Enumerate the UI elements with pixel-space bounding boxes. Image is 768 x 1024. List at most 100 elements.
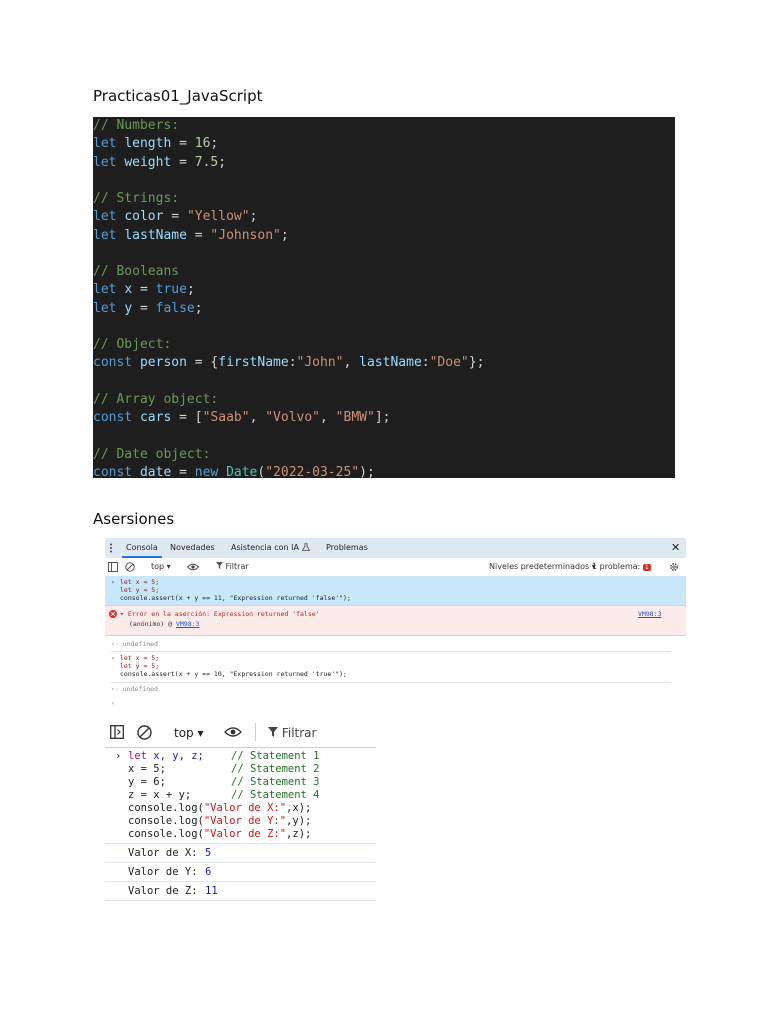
code-comment-1: // Statement 1 bbox=[231, 750, 320, 762]
prompt-chevron-icon: › bbox=[115, 750, 122, 762]
code-line-1: let x, y, z; bbox=[128, 750, 204, 762]
clear-console-icon[interactable] bbox=[125, 562, 135, 572]
levels-select-value: Niveles predeterminados bbox=[489, 562, 590, 571]
code-line: let weight = 7.5; bbox=[93, 154, 226, 171]
error-message: Error en la aserción: Expression returne… bbox=[127, 610, 320, 618]
code-token: firstName bbox=[218, 355, 289, 371]
section-heading-practicas: Practicas01_JavaScript bbox=[93, 87, 263, 105]
code-token: = bbox=[163, 209, 187, 225]
filter-icon bbox=[216, 562, 223, 569]
prompt-chevron-icon: › bbox=[111, 654, 115, 662]
tab-novedades[interactable]: Novedades bbox=[170, 543, 215, 552]
context-select[interactable]: top ▾ bbox=[174, 726, 204, 740]
levels-select[interactable]: Niveles predeterminados ▾ bbox=[489, 562, 596, 571]
tab-consola[interactable]: Consola bbox=[126, 543, 158, 552]
code-token: person bbox=[139, 355, 187, 371]
code-line: // Array object: bbox=[93, 391, 218, 408]
code-token: = bbox=[171, 154, 195, 170]
code-token: const bbox=[93, 355, 140, 371]
code-token: ; bbox=[186, 282, 195, 298]
error-source-link[interactable]: VM98:3 bbox=[638, 610, 661, 618]
code-token: : bbox=[288, 355, 297, 371]
code-token: = bbox=[171, 136, 195, 152]
code-token: weight bbox=[124, 154, 172, 170]
console-toolbar: top ▾ Filtrar bbox=[105, 714, 376, 748]
filter-placeholder: Filtrar bbox=[225, 562, 249, 571]
code-line: let color = "Yellow"; bbox=[93, 208, 257, 225]
code-line: let x = true; bbox=[93, 281, 195, 298]
code-token: let bbox=[93, 209, 125, 225]
output-label: Valor de Z: bbox=[128, 885, 198, 897]
output-value: 6 bbox=[205, 866, 212, 878]
gear-icon[interactable] bbox=[669, 562, 679, 572]
console-error-entry: ▾ Error en la aserción: Expression retur… bbox=[105, 605, 686, 636]
code-line-5-call: console.log( bbox=[128, 802, 204, 814]
code-line: let length = 16; bbox=[93, 135, 218, 152]
code-line-1-vars: x, y, z; bbox=[146, 750, 204, 762]
code-token: = { bbox=[186, 355, 219, 371]
code-token: "John" bbox=[296, 355, 344, 371]
error-icon bbox=[109, 610, 117, 618]
code-token: let bbox=[93, 154, 125, 170]
code-token: let bbox=[93, 136, 125, 152]
console-prompt[interactable]: › bbox=[111, 699, 115, 707]
code-token: 16 bbox=[194, 136, 211, 152]
code-line: const cars = ["Saab", "Volvo", "BMW"]; bbox=[93, 409, 390, 426]
divider bbox=[111, 682, 671, 683]
context-select[interactable]: top ▾ bbox=[151, 562, 171, 571]
filter-icon bbox=[268, 727, 278, 737]
code-token: // Booleans bbox=[93, 264, 180, 279]
code-token: "Johnson" bbox=[210, 227, 281, 243]
console-input-entry-1: › let x = 5; let y = 5; console.assert(x… bbox=[105, 576, 686, 605]
error-stack-link[interactable]: VM98:3 bbox=[176, 620, 199, 628]
eye-icon[interactable] bbox=[224, 726, 242, 738]
code-line-5-args: ,x); bbox=[286, 802, 312, 814]
code-token: = bbox=[186, 227, 211, 243]
code-token: = bbox=[132, 300, 156, 316]
code-token: const bbox=[93, 410, 140, 425]
entry2-line3: console.assert(x + y == 10, "Expression … bbox=[120, 670, 347, 678]
code-line-1-keyword: let bbox=[128, 750, 147, 762]
more-vert-icon[interactable] bbox=[109, 543, 113, 553]
sidebar-toggle-icon[interactable] bbox=[108, 562, 118, 572]
code-token: 7.5 bbox=[194, 154, 219, 170]
issues-counter[interactable]: 1 problema: 1 bbox=[592, 562, 651, 571]
code-token: date bbox=[139, 464, 172, 478]
code-token: let bbox=[93, 282, 125, 298]
sidebar-toggle-icon[interactable] bbox=[110, 725, 124, 739]
code-token: lastName bbox=[359, 355, 422, 371]
issues-label: 1 problema: bbox=[592, 562, 641, 571]
code-line-6-string: "Valor de Y:" bbox=[203, 815, 287, 827]
code-token: new bbox=[194, 464, 227, 478]
eye-icon[interactable] bbox=[187, 563, 199, 571]
code-line: let y = false; bbox=[93, 300, 203, 317]
code-token: "Volvo" bbox=[265, 410, 321, 425]
code-token: "Saab" bbox=[202, 410, 250, 425]
filter-placeholder: Filtrar bbox=[281, 726, 317, 740]
code-token: ; bbox=[210, 136, 219, 152]
entry1-line2: let y = 5; bbox=[120, 586, 160, 594]
filter-input[interactable]: Filtrar bbox=[268, 726, 316, 740]
tab-problemas[interactable]: Problemas bbox=[326, 543, 368, 552]
prompt-chevron-icon: › bbox=[111, 578, 115, 586]
code-token: = [ bbox=[171, 410, 203, 425]
code-line-6: console.log("Valor de Y:",y); bbox=[128, 815, 311, 827]
console-toolbar: top ▾ Filtrar Niveles predeterminados ▾ … bbox=[105, 558, 686, 577]
code-line: // Object: bbox=[93, 336, 171, 353]
console-input-entry-2: › let x = 5; let y = 5; console.assert(x… bbox=[105, 652, 686, 682]
tab-asistencia-ia[interactable]: Asistencia con IA bbox=[231, 542, 310, 552]
code-token: cars bbox=[139, 410, 172, 425]
code-line-5: console.log("Valor de X:",x); bbox=[128, 802, 311, 814]
code-line: const person = {firstName:"John", lastNa… bbox=[93, 354, 484, 371]
error-expand-toggle[interactable]: ▾ Error en la aserción: Expression retur… bbox=[120, 610, 320, 618]
code-token: Date bbox=[226, 464, 258, 478]
filter-input[interactable]: Filtrar bbox=[216, 562, 249, 571]
close-icon[interactable]: ✕ bbox=[671, 541, 680, 554]
code-token: color bbox=[124, 209, 164, 225]
code-token: length bbox=[124, 136, 172, 152]
devtools-console-variables: top ▾ Filtrar › let x, y, z; // Statemen… bbox=[105, 714, 376, 904]
code-token: "BMW" bbox=[335, 410, 375, 425]
clear-console-icon[interactable] bbox=[137, 725, 152, 740]
code-comment-2: // Statement 2 bbox=[231, 763, 320, 775]
output-label: Valor de X: bbox=[128, 847, 198, 859]
